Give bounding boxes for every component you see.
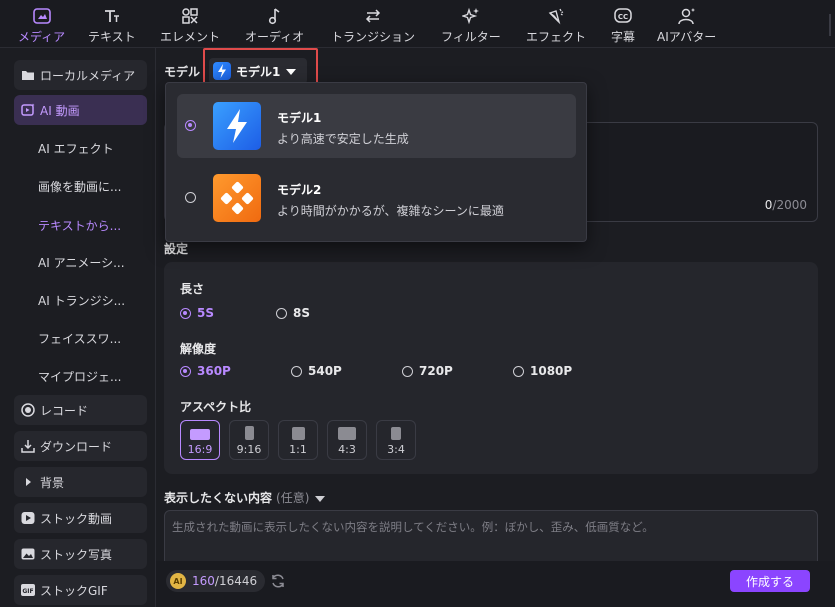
sidebar-sub-face-swap[interactable]: フェイススワ... xyxy=(38,330,121,347)
folder-icon xyxy=(20,67,36,83)
model-option-2[interactable]: モデル2 より時間がかかるが、複雑なシーンに最適 xyxy=(177,166,576,230)
length-option-8s[interactable]: 8S xyxy=(276,306,310,320)
sidebar-sub-ai-effect[interactable]: AI エフェクト xyxy=(38,140,114,157)
tab-elements[interactable]: エレメント xyxy=(160,6,220,46)
play-circle-icon xyxy=(20,510,36,526)
elements-icon xyxy=(179,6,201,26)
sidebar-item-local-media[interactable]: ローカルメディア xyxy=(14,60,147,90)
sidebar: ローカルメディア AI 動画 AI エフェクト 画像を動画に... テキストから… xyxy=(0,48,156,607)
ai-avatar-icon xyxy=(676,6,698,26)
sidebar-sub-my-projects[interactable]: マイプロジェ... xyxy=(38,368,121,385)
tab-audio[interactable]: オーディオ xyxy=(245,6,304,46)
model-dropdown: モデル1 より高速で安定した生成 モデル2 より時間がかかるが、複雑なシーンに最… xyxy=(165,82,587,242)
sidebar-sub-image-to-video[interactable]: 画像を動画に... xyxy=(38,178,121,195)
bolt-icon xyxy=(213,102,261,150)
sidebar-item-ai-video[interactable]: AI 動画 xyxy=(14,95,147,125)
gif-icon: GIF xyxy=(20,582,36,598)
download-icon xyxy=(20,438,36,454)
sidebar-item-stock-photo[interactable]: ストック写真 xyxy=(14,539,147,569)
sidebar-sub-text-to-video[interactable]: テキストから... xyxy=(38,217,121,234)
tab-filter[interactable]: フィルター xyxy=(441,6,501,46)
footer-bar: AI 160 /16446 作成する xyxy=(156,561,835,607)
resolution-option-540p[interactable]: 540P xyxy=(291,364,342,378)
radio-unselected xyxy=(185,192,196,203)
aspect-option-3-4[interactable]: 3:4 xyxy=(376,420,416,460)
diamond-cluster-icon xyxy=(213,174,261,222)
aspect-option-4-3[interactable]: 4:3 xyxy=(327,420,367,460)
negative-prompt-toggle[interactable]: 表示したくない内容 (任意) xyxy=(164,489,326,506)
sidebar-item-record[interactable]: レコード xyxy=(14,395,147,425)
ai-coin-icon: AI xyxy=(170,573,186,589)
aspect-options: 16:9 9:16 1:1 4:3 3:4 xyxy=(180,420,420,460)
toolbar-divider xyxy=(829,14,831,36)
audio-icon xyxy=(264,6,286,26)
sidebar-sub-ai-transition[interactable]: AI トランジシ... xyxy=(38,292,125,309)
caret-right-icon xyxy=(20,474,36,490)
radio-selected xyxy=(185,120,196,131)
tab-effect[interactable]: エフェクト xyxy=(526,6,586,46)
length-label: 長さ xyxy=(180,282,205,296)
settings-title: 設定 xyxy=(164,242,189,256)
aspect-option-16-9[interactable]: 16:9 xyxy=(180,420,220,460)
subtitle-icon: CC xyxy=(612,6,634,26)
create-button[interactable]: 作成する xyxy=(730,570,810,592)
tab-text[interactable]: テキスト xyxy=(88,6,136,46)
aspect-option-9-16[interactable]: 9:16 xyxy=(229,420,269,460)
media-icon xyxy=(31,6,53,26)
tab-ai-avatar[interactable]: AIアバター xyxy=(657,6,716,46)
sidebar-item-background[interactable]: 背景 xyxy=(14,467,147,497)
tab-transition[interactable]: トランジション xyxy=(331,6,415,46)
ai-video-icon xyxy=(20,102,36,118)
resolution-option-1080p[interactable]: 1080P xyxy=(513,364,572,378)
sidebar-sub-ai-animation[interactable]: AI アニメーシ... xyxy=(38,254,125,271)
model-option-1[interactable]: モデル1 より高速で安定した生成 xyxy=(177,94,576,158)
filter-icon xyxy=(460,6,482,26)
chevron-down-icon xyxy=(315,491,326,505)
image-icon xyxy=(20,546,36,562)
tab-media[interactable]: メディア xyxy=(18,6,65,46)
prompt-char-counter: 0/2000 xyxy=(764,198,807,212)
sidebar-item-stock-gif[interactable]: GIF ストックGIF xyxy=(14,575,147,605)
resolution-option-360p[interactable]: 360P xyxy=(180,364,231,378)
resolution-label: 解像度 xyxy=(180,342,217,356)
credits-badge: AI 160 /16446 xyxy=(166,570,266,592)
sidebar-item-stock-video[interactable]: ストック動画 xyxy=(14,503,147,533)
aspect-option-1-1[interactable]: 1:1 xyxy=(278,420,318,460)
svg-text:CC: CC xyxy=(618,13,628,21)
model-label: モデル xyxy=(164,65,201,79)
resolution-option-720p[interactable]: 720P xyxy=(402,364,453,378)
sidebar-item-download[interactable]: ダウンロード xyxy=(14,431,147,461)
tab-subtitle[interactable]: CC 字幕 xyxy=(611,6,635,46)
effect-icon xyxy=(545,6,567,26)
length-option-5s[interactable]: 5S xyxy=(180,306,214,320)
svg-text:GIF: GIF xyxy=(22,588,33,595)
settings-panel: 長さ 5S 8S 解像度 360P 540P 720P 1080P アスペクト比… xyxy=(164,262,818,474)
text-icon xyxy=(101,6,123,26)
aspect-label: アスペクト比 xyxy=(180,400,252,414)
refresh-icon[interactable] xyxy=(270,573,286,592)
record-icon xyxy=(20,402,36,418)
top-toolbar: メディア テキスト エレメント オーディオ トランジション フィルター エフェク… xyxy=(0,0,835,48)
transition-icon xyxy=(362,6,384,26)
